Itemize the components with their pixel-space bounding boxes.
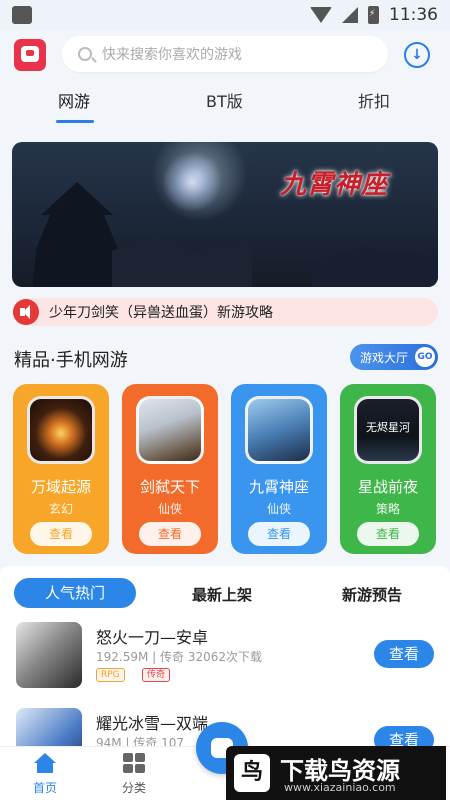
- view-button[interactable]: 查看: [357, 522, 419, 546]
- tab-upcoming[interactable]: 新游预告: [342, 584, 402, 605]
- featured-cards: 万域起源 玄幻 查看 剑弑天下 仙侠 查看 九霄神座 仙侠 查看 无烬星河 星战…: [13, 384, 437, 554]
- tab-bt[interactable]: BT版: [206, 88, 243, 112]
- game-icon: [27, 396, 95, 464]
- grid-icon: [123, 753, 145, 773]
- notification-icon: [12, 6, 32, 24]
- go-badge: GO: [415, 347, 435, 367]
- game-meta: 192.59M | 传奇 32062次下载: [96, 650, 263, 664]
- wifi-icon: [310, 7, 332, 23]
- nav-home[interactable]: 首页: [15, 753, 75, 796]
- game-genre: 策略: [375, 502, 400, 516]
- game-title: 耀光冰雪—双端: [96, 714, 209, 733]
- game-icon: 无烬星河: [354, 396, 422, 464]
- tag-badge: RPG: [96, 668, 125, 682]
- section-title: 精品·手机网游: [14, 350, 128, 371]
- top-tabs: 网游 BT版 折扣: [0, 88, 450, 124]
- banner-title: 九霄神座: [280, 170, 389, 200]
- banner-rooftops-right: [312, 247, 438, 287]
- status-bar: 11:36: [0, 0, 450, 30]
- home-icon: [34, 753, 56, 773]
- watermark-logo: 鸟: [234, 754, 270, 792]
- nav-category[interactable]: 分类: [104, 753, 164, 796]
- tab-popular[interactable]: 人气热门: [14, 578, 136, 608]
- download-icon[interactable]: ↓: [404, 42, 430, 68]
- view-button[interactable]: 查看: [248, 522, 310, 546]
- clock: 11:36: [389, 5, 438, 25]
- game-icon: [136, 396, 204, 464]
- game-name: 星战前夜: [357, 478, 418, 496]
- list-item[interactable]: 怒火一刀—安卓 192.59M | 传奇 32062次下载 RPG 传奇 查看: [0, 614, 450, 700]
- tab-discount[interactable]: 折扣: [358, 88, 390, 112]
- watermark: 鸟 下载鸟资源 www.xiazainiao.com: [226, 746, 446, 800]
- game-icon: [245, 396, 313, 464]
- game-card[interactable]: 九霄神座 仙侠 查看: [231, 384, 327, 554]
- banner-pagoda: [32, 182, 122, 287]
- game-card[interactable]: 万域起源 玄幻 查看: [13, 384, 109, 554]
- tag-badge: 传奇: [142, 668, 171, 682]
- view-button[interactable]: 查看: [374, 640, 434, 668]
- status-indicators: 11:36: [310, 5, 438, 25]
- game-hall-button[interactable]: 游戏大厅 GO: [350, 344, 438, 370]
- search-bar[interactable]: 快来搜索你喜欢的游戏: [62, 36, 388, 72]
- game-hall-label: 游戏大厅: [360, 350, 409, 365]
- game-title: 怒火一刀—安卓: [96, 628, 209, 647]
- game-genre: 玄幻: [48, 502, 73, 516]
- notice-text[interactable]: 少年刀剑笑（异兽送血蛋）新游攻略: [49, 302, 273, 322]
- view-button[interactable]: 查看: [139, 522, 201, 546]
- list-tabs: 人气热门 最新上架 新游预告: [0, 566, 450, 616]
- game-card[interactable]: 无烬星河 星战前夜 策略 查看: [340, 384, 436, 554]
- header: 快来搜索你喜欢的游戏 ↓: [0, 34, 450, 78]
- speaker-icon: [13, 299, 39, 325]
- promo-banner[interactable]: 九霄神座: [12, 142, 438, 287]
- game-name: 剑弑天下: [139, 478, 200, 496]
- game-genre: 仙侠: [157, 502, 182, 516]
- nav-label: 首页: [32, 781, 57, 795]
- view-button[interactable]: 查看: [30, 522, 92, 546]
- signal-icon: [342, 7, 358, 23]
- game-card[interactable]: 剑弑天下 仙侠 查看: [122, 384, 218, 554]
- nav-label: 分类: [121, 781, 146, 795]
- tab-newest[interactable]: 最新上架: [192, 584, 252, 605]
- search-icon: [78, 47, 92, 61]
- game-name: 万域起源: [30, 478, 91, 496]
- active-tab-indicator: [56, 120, 94, 123]
- banner-moon: [162, 152, 222, 212]
- notice-bar[interactable]: 少年刀剑笑（异兽送血蛋）新游攻略: [12, 298, 438, 326]
- battery-icon: [368, 6, 379, 24]
- app-logo-icon[interactable]: [14, 39, 46, 71]
- tab-online-games[interactable]: 网游: [58, 88, 90, 112]
- game-genre: 仙侠: [266, 502, 291, 516]
- game-icon: [16, 622, 82, 688]
- watermark-url: www.xiazainiao.com: [284, 781, 396, 794]
- game-name: 九霄神座: [248, 478, 309, 496]
- search-input[interactable]: 快来搜索你喜欢的游戏: [102, 44, 242, 64]
- banner-rooftops: [112, 233, 252, 287]
